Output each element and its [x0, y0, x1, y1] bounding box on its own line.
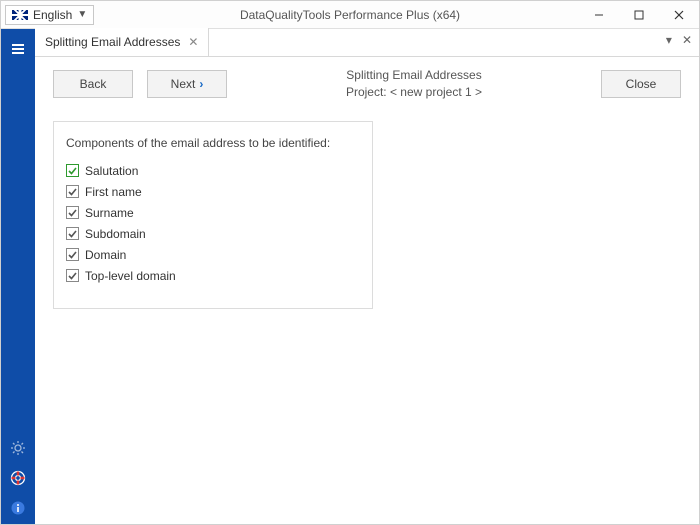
checkbox-surname[interactable] — [66, 206, 79, 219]
check-icon — [67, 249, 78, 260]
checkbox-label: Top-level domain — [85, 269, 176, 283]
minimize-icon — [594, 10, 604, 20]
maximize-icon — [634, 10, 644, 20]
back-button[interactable]: Back — [53, 70, 133, 98]
settings-button[interactable] — [4, 434, 32, 462]
wizard-title-block: Splitting Email Addresses Project: < new… — [241, 67, 587, 101]
menu-button[interactable] — [4, 35, 32, 63]
checkbox-label: Domain — [85, 248, 126, 262]
wizard-header: Back Next › Splitting Email Addresses Pr… — [53, 67, 681, 101]
checkbox-firstname[interactable] — [66, 185, 79, 198]
uk-flag-icon — [12, 10, 28, 20]
checkbox-salutation[interactable] — [66, 164, 79, 177]
window-controls — [579, 1, 699, 28]
gear-icon — [10, 440, 26, 456]
tab-close-button[interactable]: ✕ — [188, 35, 198, 49]
checkbox-row-salutation[interactable]: Salutation — [66, 164, 360, 178]
checkbox-row-surname[interactable]: Surname — [66, 206, 360, 220]
checkbox-domain[interactable] — [66, 248, 79, 261]
checkbox-tld[interactable] — [66, 269, 79, 282]
check-icon — [67, 165, 78, 176]
titlebar: English ▼ DataQualityTools Performance P… — [1, 1, 699, 29]
checkbox-row-domain[interactable]: Domain — [66, 248, 360, 262]
components-panel: Components of the email address to be id… — [53, 121, 373, 309]
chevron-right-icon: › — [199, 77, 203, 91]
close-label: Close — [626, 77, 657, 91]
info-button[interactable] — [4, 494, 32, 522]
tab-label: Splitting Email Addresses — [45, 35, 180, 49]
panel-title: Components of the email address to be id… — [66, 136, 360, 150]
minimize-button[interactable] — [579, 1, 619, 28]
checkbox-label: Salutation — [85, 164, 138, 178]
info-icon — [10, 500, 26, 516]
wizard-title: Splitting Email Addresses — [241, 67, 587, 84]
lifebuoy-icon — [10, 470, 26, 486]
tab-splitting-email[interactable]: Splitting Email Addresses ✕ — [35, 28, 209, 56]
tabbar: Splitting Email Addresses ✕ ▾ ✕ — [35, 29, 699, 57]
check-icon — [67, 207, 78, 218]
language-label: English — [33, 8, 72, 22]
tabbar-close-all[interactable]: ✕ — [679, 33, 695, 47]
checkbox-subdomain[interactable] — [66, 227, 79, 240]
checkbox-label: Subdomain — [85, 227, 146, 241]
checkbox-row-subdomain[interactable]: Subdomain — [66, 227, 360, 241]
tabbar-dropdown[interactable]: ▾ — [663, 33, 675, 47]
checkbox-row-firstname[interactable]: First name — [66, 185, 360, 199]
checkbox-row-tld[interactable]: Top-level domain — [66, 269, 360, 283]
back-label: Back — [80, 77, 107, 91]
app-title: DataQualityTools Performance Plus (x64) — [240, 8, 460, 22]
next-label: Next — [171, 77, 196, 91]
window-close-button[interactable] — [659, 1, 699, 28]
tabbar-controls: ▾ ✕ — [663, 33, 695, 47]
wizard-project: Project: < new project 1 > — [241, 84, 587, 101]
close-icon — [674, 10, 684, 20]
close-button[interactable]: Close — [601, 70, 681, 98]
next-button[interactable]: Next › — [147, 70, 227, 98]
check-icon — [67, 228, 78, 239]
maximize-button[interactable] — [619, 1, 659, 28]
hamburger-icon — [10, 41, 26, 57]
checkbox-label: First name — [85, 185, 142, 199]
content: Back Next › Splitting Email Addresses Pr… — [35, 57, 699, 524]
sidebar — [1, 29, 35, 524]
language-selector[interactable]: English ▼ — [5, 5, 94, 25]
check-icon — [67, 270, 78, 281]
caret-down-icon: ▼ — [77, 9, 87, 20]
help-button[interactable] — [4, 464, 32, 492]
checkbox-label: Surname — [85, 206, 134, 220]
check-icon — [67, 186, 78, 197]
main-area: Splitting Email Addresses ✕ ▾ ✕ Back Nex… — [35, 29, 699, 524]
